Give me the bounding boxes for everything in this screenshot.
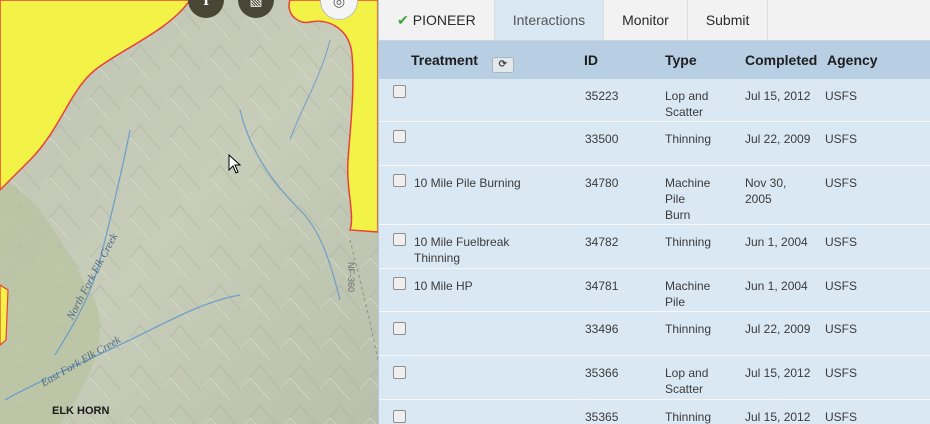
tab-label: Submit [705,12,750,28]
table-row[interactable]: 33496 Thinning Jul 22, 2009 USFS [379,312,930,356]
table-row[interactable]: 35223 Lop and Scatter Jul 15, 2012 USFS [379,79,930,122]
place-label: ELK HORN [52,405,110,417]
cell-completed: Jun 1, 2004 [745,235,808,249]
cell-agency: USFS [825,89,858,103]
mouse-cursor-icon [228,154,242,174]
tab-interactions[interactable]: Interactions [494,0,605,40]
tab-label: Interactions [512,12,586,28]
table-row[interactable]: 35366 Lop and Scatter Jul 15, 2012 USFS [379,356,930,400]
cell-completed: Nov 30, 2005 [745,176,787,206]
header-completed[interactable]: Completed [745,52,817,68]
tab-label: PIONEER [412,12,476,28]
cell-agency: USFS [825,235,858,249]
cell-id: 34780 [585,176,619,190]
cell-completed: Jul 15, 2012 [745,410,811,424]
table-header: Treatment ⟳ ID Type Completed Agency [379,41,930,79]
cell-type: Thinning [665,235,712,249]
cell-type: Lop and Scatter [665,89,709,119]
table-row[interactable]: 33500 Thinning Jul 22, 2009 USFS [379,122,930,166]
row-checkbox[interactable] [393,130,406,143]
cell-treatment: 10 Mile HP [414,279,473,293]
tab-submit[interactable]: Submit [688,0,769,40]
tab-monitor[interactable]: Monitor [604,0,688,40]
cell-id: 35365 [585,410,619,424]
cell-id: 34781 [585,279,619,293]
cell-treatment: 10 Mile Fuelbreak Thinning [414,235,510,265]
header-type[interactable]: Type [665,52,697,68]
header-agency[interactable]: Agency [827,52,878,68]
table-row[interactable]: 10 Mile Pile Burning 34780 Machine Pile … [379,166,930,225]
road-label: NF-360 [346,262,356,293]
cell-agency: USFS [825,366,858,380]
tab-bar: ✔ PIONEER Interactions Monitor Submit [379,0,930,41]
row-checkbox[interactable] [393,410,406,423]
tab-pioneer[interactable]: ✔ PIONEER [379,0,495,40]
cell-type: Machine Pile [665,279,711,309]
cell-agency: USFS [825,322,858,336]
check-icon: ✔ [397,11,409,28]
cell-type: Thinning [665,132,712,146]
cell-id: 35223 [585,89,619,103]
table-row[interactable]: 10 Mile HP 34781 Machine Pile Jun 1, 200… [379,269,930,312]
refresh-icon[interactable]: ⟳ [491,57,514,73]
cell-id: 35366 [585,366,619,380]
header-id[interactable]: ID [584,52,598,68]
cell-agency: USFS [825,132,858,146]
cell-completed: Jul 22, 2009 [745,322,811,336]
cell-id: 33496 [585,322,619,336]
cell-agency: USFS [825,410,858,424]
row-checkbox[interactable] [393,85,406,98]
cell-agency: USFS [825,279,858,293]
cell-completed: Jul 15, 2012 [745,89,811,103]
row-checkbox[interactable] [393,233,406,246]
cell-completed: Jul 15, 2012 [745,366,811,380]
cell-id: 34782 [585,235,619,249]
cell-treatment: 10 Mile Pile Burning [414,176,521,190]
row-checkbox[interactable] [393,174,406,187]
header-treatment[interactable]: Treatment ⟳ [411,52,514,73]
cell-type: Thinning [665,410,712,424]
cell-completed: Jun 1, 2004 [745,279,808,293]
treatment-table-body: 35223 Lop and Scatter Jul 15, 2012 USFS … [379,79,930,424]
header-treatment-label: Treatment [411,52,478,68]
cell-type: Lop and Scatter [665,366,709,396]
side-panel: ✔ PIONEER Interactions Monitor Submit Tr… [378,0,930,424]
cell-id: 33500 [585,132,619,146]
table-row[interactable]: 10 Mile Fuelbreak Thinning 34782 Thinnin… [379,225,930,269]
cell-type: Machine Pile Burn [665,176,711,222]
cell-agency: USFS [825,176,858,190]
table-row[interactable]: 35365 Thinning Jul 15, 2012 USFS [379,400,930,424]
row-checkbox[interactable] [393,277,406,290]
tab-label: Monitor [622,12,669,28]
row-checkbox[interactable] [393,322,406,335]
map-view[interactable]: North Fork Elk Creek East Fork Elk Creek… [0,0,378,424]
cell-type: Thinning [665,322,712,336]
cell-completed: Jul 22, 2009 [745,132,811,146]
terrain-map [0,0,378,424]
row-checkbox[interactable] [393,366,406,379]
